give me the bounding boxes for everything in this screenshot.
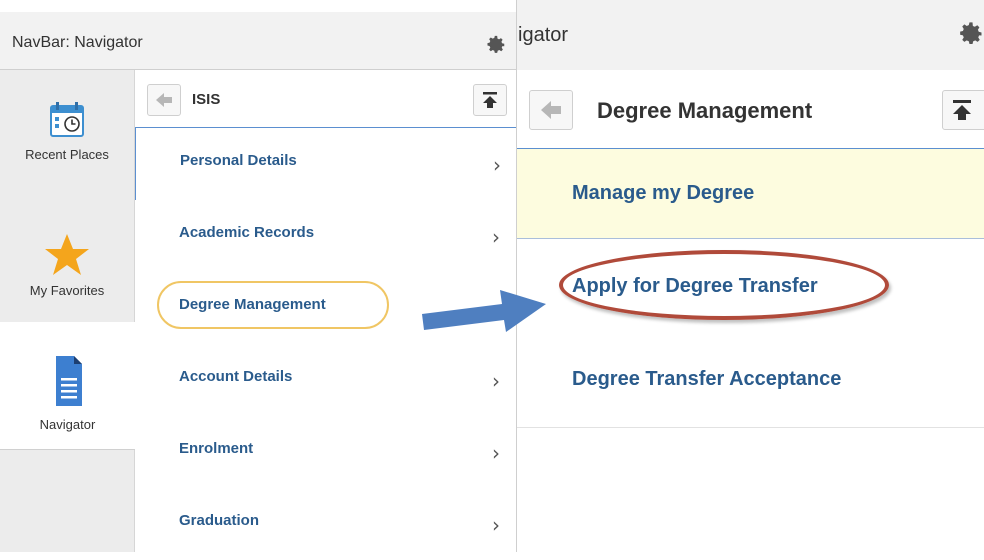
navigator-label: Navigator — [39, 417, 96, 432]
document-icon — [55, 356, 82, 406]
navbar-header: NavBar: Navigator — [0, 12, 516, 70]
menu-item-academic-records[interactable]: Academic Records › — [135, 200, 516, 273]
menu-item-graduation[interactable]: Graduation › — [135, 488, 516, 560]
my-favorites-tile[interactable]: My Favorites — [0, 228, 134, 329]
menu-item-personal-details[interactable]: Personal Details › — [135, 127, 518, 201]
menu-item-manage-my-degree[interactable]: Manage my Degree — [517, 148, 984, 240]
arrow-left-icon — [156, 93, 172, 107]
arrow-to-top-icon — [483, 92, 497, 108]
gear-icon[interactable] — [485, 34, 507, 56]
menu-item-account-details[interactable]: Account Details › — [135, 344, 516, 417]
zoomed-panel: igator Degree Management Manage my Degre… — [516, 0, 984, 552]
back-button[interactable] — [529, 90, 573, 130]
highlight-ellipse-yellow — [157, 281, 389, 329]
menu-item-label: Academic Records — [179, 224, 315, 241]
my-favorites-label: My Favorites — [29, 283, 105, 298]
menu-item-enrolment[interactable]: Enrolment › — [135, 416, 516, 489]
chevron-right-icon: › — [493, 153, 501, 177]
menu-item-label: Graduation — [179, 512, 260, 529]
navigator-tile[interactable]: Navigator — [0, 322, 135, 450]
zoomed-header: igator — [517, 0, 984, 71]
calendar-clock-icon — [50, 102, 84, 137]
arrow-to-top-icon — [953, 100, 971, 120]
chevron-right-icon: › — [492, 513, 500, 537]
menu-item-label: Enrolment — [179, 440, 254, 457]
zoomed-menu-header: Degree Management — [517, 70, 984, 149]
highlight-ellipse-red — [559, 250, 889, 320]
star-icon — [45, 234, 89, 275]
menu-item-label: Account Details — [179, 368, 293, 385]
recent-places-tile[interactable]: Recent Places — [0, 98, 134, 208]
menu-title: ISIS — [192, 91, 221, 108]
chevron-right-icon: › — [492, 441, 500, 465]
scroll-top-button[interactable] — [473, 84, 507, 116]
chevron-right-icon: › — [492, 225, 500, 249]
chevron-right-icon: › — [492, 369, 500, 393]
menu-item-degree-transfer-acceptance[interactable]: Degree Transfer Acceptance — [517, 333, 984, 428]
zoomed-header-title: igator — [518, 24, 569, 46]
gear-icon[interactable] — [957, 20, 984, 48]
menu-item-label: Personal Details — [180, 152, 297, 169]
menu-item-label: Degree Transfer Acceptance — [572, 368, 842, 390]
zoomed-menu-title: Degree Management — [597, 98, 813, 123]
menu-header: ISIS — [135, 70, 516, 128]
scroll-top-button[interactable] — [942, 90, 984, 130]
navbar-title: NavBar: Navigator — [12, 34, 143, 51]
arrow-left-icon — [541, 101, 561, 119]
menu-item-label: Manage my Degree — [572, 182, 755, 204]
recent-places-label: Recent Places — [25, 147, 109, 162]
back-button[interactable] — [147, 84, 181, 116]
navbar-side-rail: Recent Places My Favorites Navigator — [0, 70, 135, 552]
callout-arrow-icon — [422, 290, 546, 332]
